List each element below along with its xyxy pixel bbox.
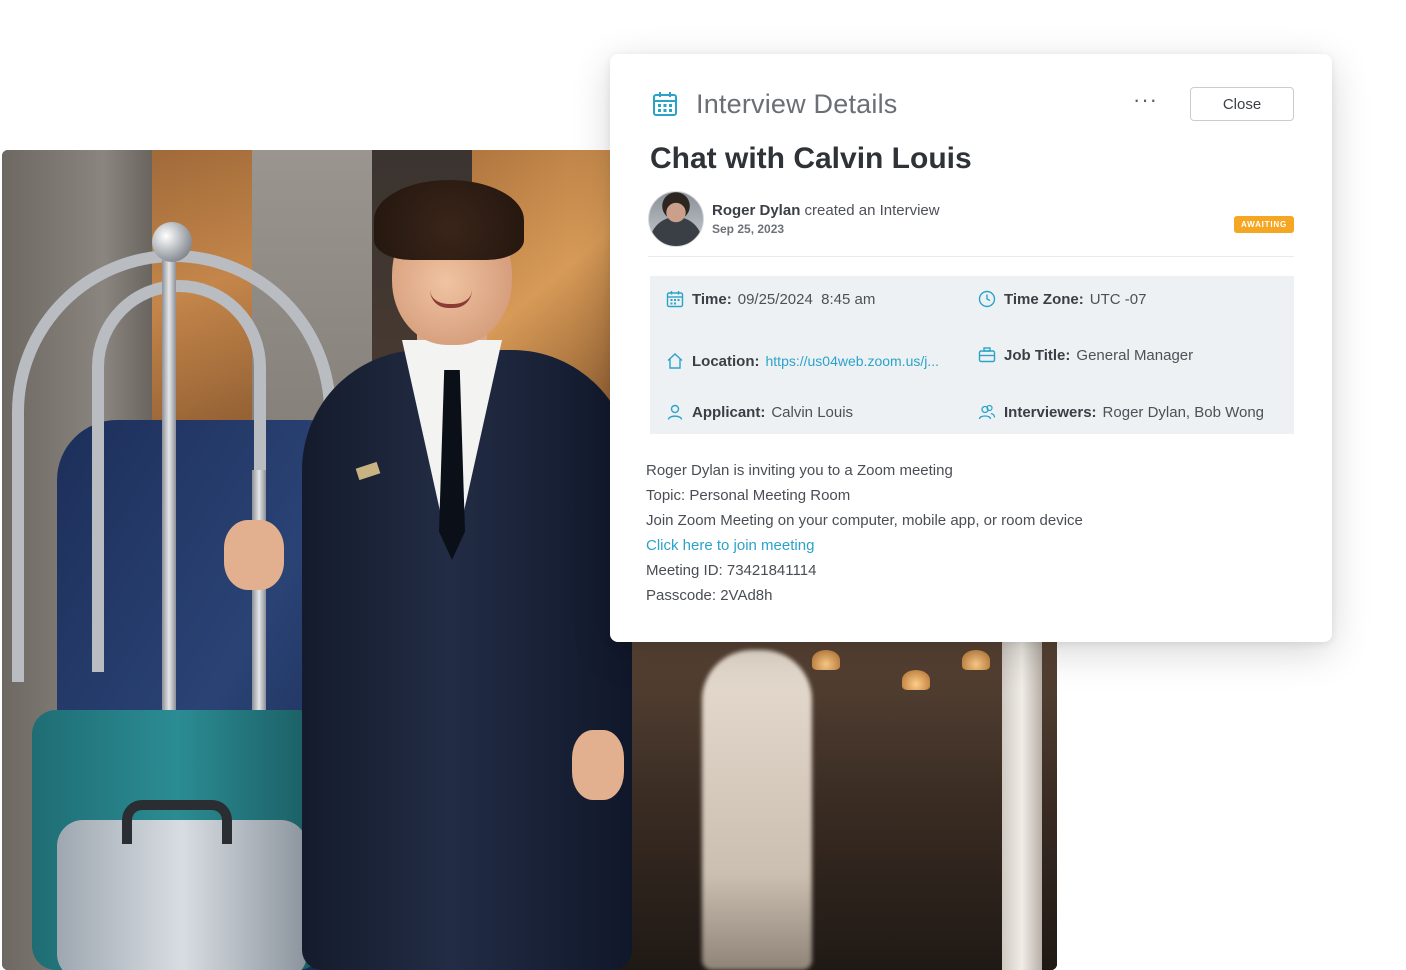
more-options-button[interactable]: ··· — [1133, 89, 1158, 119]
briefcase-icon — [978, 347, 996, 363]
status-badge: AWAITING — [1234, 215, 1294, 233]
photo-hair — [374, 180, 524, 260]
photo-cart-knob — [152, 222, 192, 262]
detail-time: Time: 09/25/2024 8:45 am — [666, 290, 875, 308]
calendar-icon — [666, 291, 684, 308]
calendar-icon — [653, 92, 677, 116]
card-title: Interview Details — [696, 88, 898, 119]
card-header: Interview Details ··· Close — [652, 84, 1294, 124]
interview-title: Chat with Calvin Louis — [650, 142, 972, 175]
photo-hand — [224, 520, 284, 590]
photo-lamp — [962, 650, 990, 670]
timezone-value: UTC -07 — [1089, 290, 1147, 308]
detail-location: Location: https://us04web.zoom.us/j... — [666, 352, 939, 370]
photo-lamp — [902, 670, 930, 690]
time-value: 09/25/2024 8:45 am — [737, 290, 876, 308]
meeting-passcode: Passcode: 2VAd8h — [646, 587, 773, 604]
photo-suitcase-handle — [122, 800, 232, 844]
photo-background-person — [702, 650, 812, 970]
detail-job-title: Job Title: General Manager — [978, 346, 1193, 364]
home-icon — [667, 353, 683, 369]
meeting-invitation: Roger Dylan is inviting you to a Zoom me… — [646, 458, 1083, 608]
photo-cart-rail — [92, 280, 266, 672]
creator-name[interactable]: Roger Dylan — [712, 202, 800, 219]
creator-action: created an Interview — [800, 202, 940, 219]
photo-lamp — [812, 650, 840, 670]
invitation-line: Join Zoom Meeting on your computer, mobi… — [646, 512, 1083, 529]
interviewers-value: Roger Dylan, Bob Wong — [1102, 403, 1265, 421]
timezone-label: Time Zone: — [1004, 290, 1084, 308]
location-link[interactable]: https://us04web.zoom.us/j... — [766, 353, 940, 369]
creator-info: Roger Dylan created an Interview Sep 25,… — [712, 202, 1234, 236]
details-panel: Time: 09/25/2024 8:45 am Time Zone: UTC … — [650, 276, 1294, 434]
photo-pillar — [1002, 630, 1042, 970]
close-button[interactable]: Close — [1190, 87, 1294, 121]
interviewers-label: Interviewers: — [1004, 403, 1097, 421]
applicant-value: Calvin Louis — [771, 403, 854, 421]
job-title-label: Job Title: — [1004, 346, 1071, 364]
scene: Interview Details ··· Close Chat with Ca… — [0, 0, 1406, 970]
users-icon — [978, 404, 996, 420]
interview-details-card: Interview Details ··· Close Chat with Ca… — [610, 54, 1332, 642]
job-title-value: General Manager — [1076, 346, 1194, 364]
invitation-topic: Topic: Personal Meeting Room — [646, 487, 851, 504]
creator-line: Roger Dylan created an Interview — [712, 202, 1234, 219]
detail-applicant: Applicant: Calvin Louis — [666, 403, 853, 421]
detail-interviewers: Interviewers: Roger Dylan, Bob Wong — [978, 403, 1264, 421]
created-date: Sep 25, 2023 — [712, 222, 785, 236]
time-label: Time: — [692, 290, 732, 308]
meeting-id: Meeting ID: 73421841114 — [646, 562, 817, 579]
detail-timezone: Time Zone: UTC -07 — [978, 290, 1146, 308]
invitation-line: Roger Dylan is inviting you to a Zoom me… — [646, 462, 953, 479]
join-meeting-link[interactable]: Click here to join meeting — [646, 537, 814, 554]
clock-icon — [978, 290, 996, 308]
photo-lobby — [622, 630, 1057, 970]
avatar — [648, 191, 704, 247]
user-icon — [667, 404, 683, 420]
photo-hand — [572, 730, 624, 800]
applicant-label: Applicant: — [692, 403, 766, 421]
creator-row: Roger Dylan created an Interview Sep 25,… — [648, 190, 1294, 257]
location-label: Location: — [692, 352, 760, 370]
